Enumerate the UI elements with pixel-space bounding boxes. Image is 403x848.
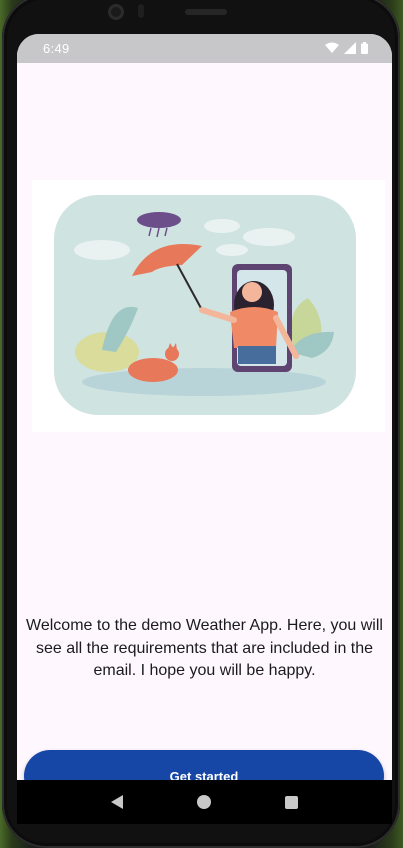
- back-icon[interactable]: [111, 795, 123, 809]
- front-camera-icon: [108, 4, 124, 20]
- signal-icon: [344, 42, 356, 54]
- speaker-grille: [185, 9, 227, 15]
- wifi-icon: [325, 42, 339, 53]
- home-icon[interactable]: [197, 795, 211, 809]
- battery-icon: [361, 42, 368, 54]
- weather-illustration: [32, 180, 385, 432]
- status-icons: [325, 42, 368, 54]
- recents-icon[interactable]: [285, 795, 298, 809]
- navigation-bar: [17, 780, 392, 824]
- onboarding-content: Welcome to the demo Weather App. Here, y…: [17, 63, 392, 802]
- sensor-icon: [138, 4, 144, 18]
- welcome-text: Welcome to the demo Weather App. Here, y…: [26, 617, 383, 679]
- app-screen: 6:49 Welcome to the demo Weather App. He…: [17, 34, 392, 824]
- status-bar: 6:49: [17, 34, 392, 63]
- status-time: 6:49: [43, 41, 70, 56]
